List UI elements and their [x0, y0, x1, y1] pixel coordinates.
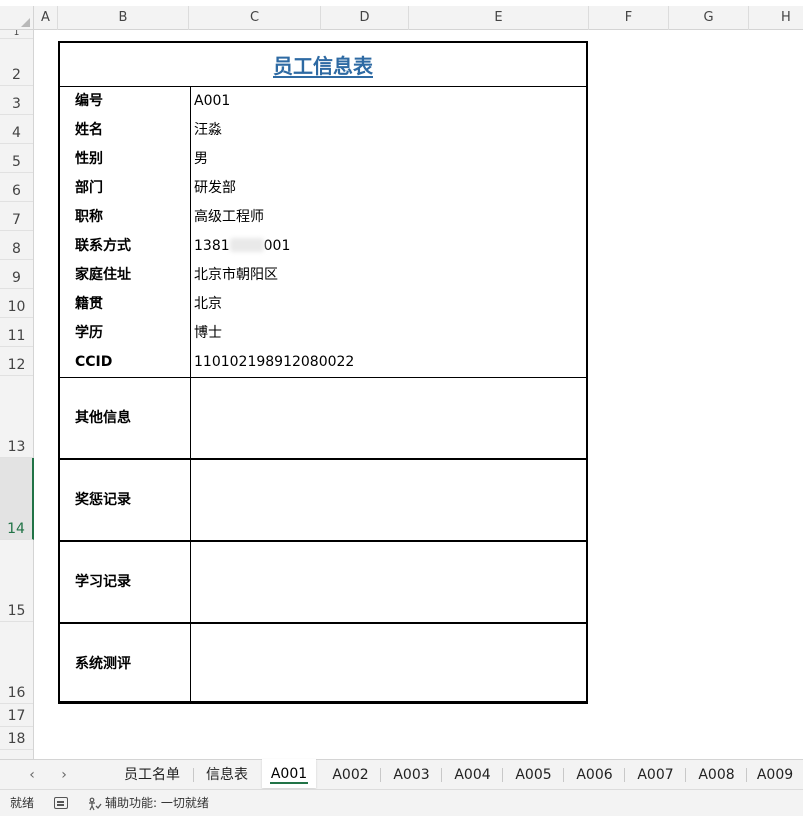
status-ready: 就绪 [10, 796, 35, 810]
row-header-15[interactable]: 15 [0, 540, 33, 622]
tab-scroll-left-icon[interactable]: ‹ [20, 760, 44, 790]
tab-a002[interactable]: A002 [320, 760, 381, 790]
field-label: 性别 [75, 151, 103, 167]
field-label: 姓名 [75, 122, 103, 138]
sheet-grid[interactable]: 员工信息表 编号 A001 姓名 汪淼 性别 男 部门 研发部 职称 高级工程师… [34, 30, 803, 759]
active-tab-indicator [270, 782, 308, 784]
column-header-f[interactable]: F [589, 6, 669, 30]
tab-scroll-right-icon[interactable]: › [52, 760, 76, 790]
column-header-e[interactable]: E [409, 6, 589, 30]
form-title-cell[interactable]: 员工信息表 [60, 43, 586, 87]
row-header-17[interactable]: 17 [0, 704, 33, 727]
column-header-h[interactable]: H [749, 6, 803, 30]
field-row-title[interactable]: 职称 高级工程师 [60, 203, 586, 232]
field-value: 北京 [194, 296, 222, 312]
row-header-10[interactable]: 10 [0, 289, 33, 318]
tab-a009[interactable]: A009 [747, 760, 803, 790]
field-row-gender[interactable]: 性别 男 [60, 145, 586, 174]
field-label: 职称 [75, 209, 103, 225]
block-row-rewards[interactable]: 奖惩记录 [60, 458, 586, 540]
field-value-phone: 1381 001 [194, 232, 290, 261]
status-bar: 就绪 辅助功能: 一切就绪 [0, 789, 803, 816]
accessibility-status[interactable]: 辅助功能: 一切就绪 [105, 790, 209, 816]
field-value: 汪淼 [194, 122, 222, 138]
row-header-12[interactable]: 12 [0, 347, 33, 376]
redacted-mask [229, 238, 264, 252]
field-label: 编号 [75, 93, 103, 109]
tab-a001[interactable]: A001 [262, 759, 316, 788]
row-header-16[interactable]: 16 [0, 622, 33, 704]
row-header-13[interactable]: 13 [0, 376, 33, 458]
employee-info-form: 员工信息表 编号 A001 姓名 汪淼 性别 男 部门 研发部 职称 高级工程师… [58, 41, 588, 704]
tab-a008[interactable]: A008 [686, 760, 747, 790]
field-value: 博士 [194, 325, 222, 341]
row-header-5[interactable]: 5 [0, 144, 33, 173]
tab-info-sheet[interactable]: 信息表 [194, 760, 260, 790]
field-row-hometown[interactable]: 籍贯 北京 [60, 290, 586, 319]
row-header-3[interactable]: 3 [0, 86, 33, 115]
row-header-18[interactable]: 18 [0, 727, 33, 750]
column-header-g[interactable]: G [669, 6, 749, 30]
block-label: 学习记录 [75, 574, 131, 590]
row-header-8[interactable]: 8 [0, 231, 33, 260]
block-row-study[interactable]: 学习记录 [60, 540, 586, 622]
phone-suffix: 001 [263, 238, 291, 254]
block-label: 其他信息 [75, 410, 131, 426]
row-header-2[interactable]: 2 [0, 39, 33, 86]
row-header-11[interactable]: 11 [0, 318, 33, 347]
field-row-name[interactable]: 姓名 汪淼 [60, 116, 586, 145]
field-label: CCID [75, 354, 113, 370]
column-header-c[interactable]: C [189, 6, 321, 30]
field-label: 部门 [75, 180, 103, 196]
row-header-4[interactable]: 4 [0, 115, 33, 144]
tab-employee-list[interactable]: 员工名单 [110, 760, 194, 790]
column-header-a[interactable]: A [34, 6, 58, 30]
field-value: 110102198912080022 [194, 354, 355, 370]
row-header-14[interactable]: 14 [0, 458, 34, 540]
field-value: 北京市朝阳区 [194, 267, 278, 283]
tab-a003[interactable]: A003 [381, 760, 442, 790]
row-header-7[interactable]: 7 [0, 202, 33, 231]
accessibility-icon[interactable] [88, 797, 102, 811]
tab-a004[interactable]: A004 [442, 760, 503, 790]
field-label: 家庭住址 [75, 267, 131, 283]
tab-a006[interactable]: A006 [564, 760, 625, 790]
field-label: 联系方式 [75, 238, 131, 254]
column-header-b[interactable]: B [58, 6, 189, 30]
field-row-id[interactable]: 编号 A001 [60, 87, 586, 116]
row-header-9[interactable]: 9 [0, 260, 33, 289]
form-title: 员工信息表 [273, 54, 373, 78]
field-value: 研发部 [194, 180, 236, 196]
field-row-department[interactable]: 部门 研发部 [60, 174, 586, 203]
tab-a005[interactable]: A005 [503, 760, 564, 790]
field-row-address[interactable]: 家庭住址 北京市朝阳区 [60, 261, 586, 290]
block-row-evaluation[interactable]: 系统测评 [60, 622, 586, 704]
field-value: 高级工程师 [194, 209, 264, 225]
row-header-1[interactable]: 1 [0, 30, 33, 39]
field-row-contact[interactable]: 联系方式 1381 001 [60, 232, 586, 261]
field-row-education[interactable]: 学历 博士 [60, 319, 586, 348]
phone-prefix: 1381 [194, 238, 230, 254]
row-header-bar: 1 2 3 4 5 6 7 8 9 10 11 12 13 14 15 16 1… [0, 30, 34, 759]
block-row-other-info[interactable]: 其他信息 [60, 377, 586, 459]
macro-record-icon[interactable] [54, 797, 68, 809]
field-label: 学历 [75, 325, 103, 341]
tab-label: A001 [270, 766, 308, 782]
field-value: 男 [194, 151, 208, 167]
field-label: 籍贯 [75, 296, 103, 312]
field-row-ccid[interactable]: CCID 110102198912080022 [60, 348, 586, 377]
select-all-corner[interactable] [0, 6, 34, 30]
sheet-tab-bar: ‹ › 员工名单 信息表 A001 A002 A003 A004 A005 A0… [0, 759, 803, 789]
field-value: A001 [194, 93, 231, 109]
row-header-6[interactable]: 6 [0, 173, 33, 202]
column-header-d[interactable]: D [321, 6, 409, 30]
block-label: 奖惩记录 [75, 492, 131, 508]
block-label: 系统测评 [75, 656, 131, 672]
column-header-bar: A B C D E F G H [0, 6, 803, 30]
tab-a007[interactable]: A007 [625, 760, 686, 790]
